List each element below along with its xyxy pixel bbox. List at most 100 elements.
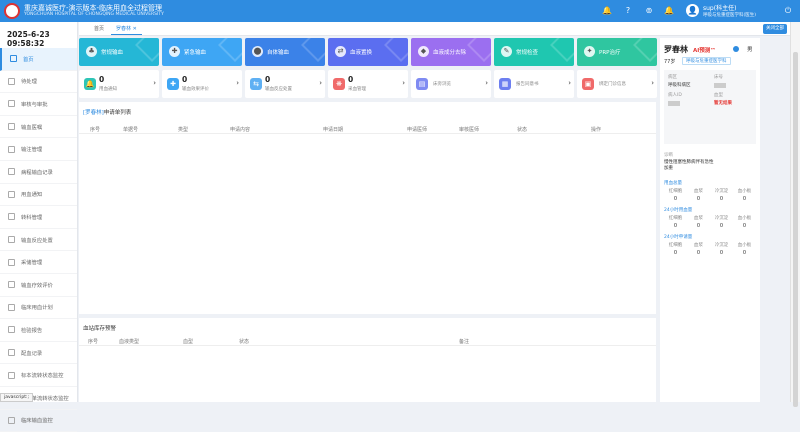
blood-usage-value: 0	[664, 196, 687, 202]
quick-action-card[interactable]: ◆血液成分去除	[411, 38, 491, 66]
stat-card[interactable]: ▦报告同意书›	[494, 70, 574, 98]
sidebar-item[interactable]: 输血医嘱	[0, 116, 77, 139]
blood-usage-header: 血小板	[733, 215, 756, 221]
quick-action-icon: ⇄	[335, 46, 346, 57]
stat-value: 0	[182, 75, 187, 84]
request-list-patient: [罗春林]	[83, 110, 104, 116]
user-name[interactable]: sup(科主任)	[703, 3, 736, 12]
sidebar-item[interactable]: 输血疗效评价	[0, 274, 77, 297]
blood-type-value: 暂无结果	[714, 100, 732, 106]
sidebar-item-label: 病程输血记录	[21, 168, 53, 176]
sidebar-item[interactable]: 待处理	[0, 71, 77, 94]
patient-panel: 罗春林 AI预测™ 男 77岁 呼吸与危重症医学科 病区 呼吸科病区 床号 病人…	[660, 38, 760, 402]
sidebar-item[interactable]: 采储管理	[0, 251, 77, 274]
stat-icon: ▦	[499, 78, 511, 90]
column-header: 单据号	[123, 126, 138, 133]
blood-usage-value: 0	[710, 223, 733, 229]
lock-icon[interactable]: ⊚	[644, 6, 654, 16]
sidebar-item-label: 输注管理	[21, 145, 42, 153]
sidebar-item-label: 输血医嘱	[21, 123, 42, 131]
sidebar-item[interactable]: 转科管理	[0, 206, 77, 229]
quick-action-icon: ✚	[169, 46, 180, 57]
stat-label: 输血效果评价	[182, 86, 209, 92]
menu-icon	[8, 281, 15, 288]
chevron-right-icon: ›	[485, 79, 488, 87]
column-header: 类型	[178, 126, 188, 133]
sidebar-item[interactable]: 临床用血计划	[0, 297, 77, 320]
card-decoration	[467, 38, 491, 62]
column-header: 备注	[459, 338, 469, 345]
sidebar-item[interactable]: 临床输血监控	[0, 410, 77, 432]
ward-label: 病区	[668, 74, 677, 80]
stat-value: 0	[265, 75, 270, 84]
blood-usage-header: 血浆	[687, 242, 710, 248]
card-decoration	[301, 38, 325, 62]
sidebar-item-label: 采储管理	[21, 258, 42, 266]
check-icon	[733, 46, 739, 52]
tab-bar: 首页 罗春林 ✕	[79, 22, 790, 36]
sidebar-item[interactable]: 配血记录	[0, 342, 77, 365]
column-header: 审核医师	[459, 126, 479, 133]
sidebar-item-label: 用血通知	[21, 190, 42, 198]
stat-icon: ▣	[582, 78, 594, 90]
sidebar-item[interactable]: 输血反应处置	[0, 229, 77, 252]
column-header: 序号	[88, 338, 98, 345]
stat-icon: ▤	[416, 78, 428, 90]
sidebar-item[interactable]: 检验报告	[0, 319, 77, 342]
avatar[interactable]: 👤	[686, 4, 699, 17]
menu-icon	[8, 123, 15, 130]
sidebar-item[interactable]: 用血通知	[0, 184, 77, 207]
hospital-logo	[4, 3, 20, 19]
blood-usage-value: 0	[664, 250, 687, 256]
sidebar-item[interactable]: 输注管理	[0, 138, 77, 161]
power-icon[interactable]: ⏻	[783, 6, 793, 16]
blood-bank-panel: 血站库存预警 序号血液类型血型状态备注	[79, 318, 656, 402]
column-header: 序号	[90, 126, 100, 133]
menu-icon	[8, 236, 15, 243]
blood-type-label: 血型	[714, 92, 723, 98]
tab-patient-label: 罗春林	[116, 26, 131, 32]
stat-label: 采血管理	[348, 86, 366, 92]
tab-home[interactable]: 首页	[89, 24, 109, 35]
blood-usage-value: 0	[687, 250, 710, 256]
chevron-right-icon: ›	[568, 79, 571, 87]
help-icon[interactable]: ?	[623, 6, 633, 16]
quick-action-card[interactable]: ♣常规输血	[79, 38, 159, 66]
sidebar-item[interactable]: 病程输血记录	[0, 161, 77, 184]
patient-info-box: 病区 呼吸科病区 床号 病人ID 血型 暂无结果	[664, 70, 756, 144]
tab-patient[interactable]: 罗春林 ✕	[111, 24, 142, 35]
stat-card[interactable]: ❋0采血管理›	[328, 70, 408, 98]
sidebar-item[interactable]: 审核与审批	[0, 93, 77, 116]
blood-usage-value: 0	[733, 196, 756, 202]
request-list-title: [罗春林]申请单列表	[83, 108, 131, 116]
quick-action-icon: ✎	[501, 46, 512, 57]
quick-action-card[interactable]: ⇄血液置换	[328, 38, 408, 66]
chevron-right-icon: ›	[236, 79, 239, 87]
bell-icon[interactable]: 🔔	[602, 6, 612, 16]
quick-action-card[interactable]: ⬤自体输血	[245, 38, 325, 66]
menu-icon	[8, 78, 15, 85]
stat-card[interactable]: ▣绑定门诊信息›	[577, 70, 657, 98]
sidebar-item[interactable]: 标本流转状态监控	[0, 364, 77, 387]
notification-icon[interactable]: 🔔	[664, 6, 674, 16]
stat-icon: ⇆	[250, 78, 262, 90]
quick-action-card[interactable]: ✎常规检查	[494, 38, 574, 66]
blood-usage-grid: 红细胞0血浆0冷沉淀0血小板0	[664, 188, 756, 206]
menu-icon	[8, 100, 15, 107]
page-scrollbar[interactable]	[790, 22, 800, 402]
quick-action-card[interactable]: ✚紧急输血	[162, 38, 242, 66]
chevron-right-icon: ›	[402, 79, 405, 87]
ai-prediction-tag[interactable]: AI预测™	[693, 46, 716, 54]
scrollbar-thumb[interactable]	[793, 52, 798, 407]
quick-action-card[interactable]: ✦PRP治疗	[577, 38, 657, 66]
card-decoration	[384, 38, 408, 62]
stat-card[interactable]: ▤床旁浏览›	[411, 70, 491, 98]
sidebar-item[interactable]: 首页	[0, 48, 77, 71]
stat-card[interactable]: 🔔0用血通知›	[79, 70, 159, 98]
blood-usage-value: 0	[733, 223, 756, 229]
stat-card[interactable]: ⇆0输血反应处置›	[245, 70, 325, 98]
stat-value: 0	[99, 75, 104, 84]
close-all-button[interactable]: 关闭全部	[763, 24, 787, 34]
close-icon[interactable]: ✕	[133, 26, 137, 32]
stat-card[interactable]: ✚0输血效果评价›	[162, 70, 242, 98]
